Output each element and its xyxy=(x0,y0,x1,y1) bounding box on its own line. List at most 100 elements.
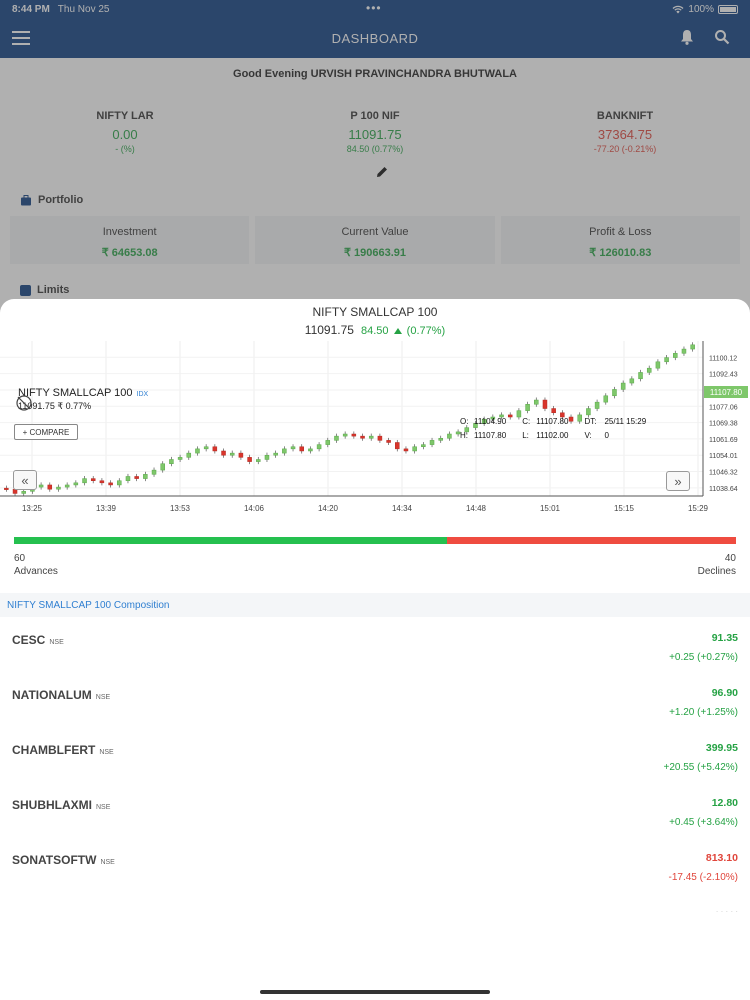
x-tick-label: 13:25 xyxy=(22,504,43,513)
candle-body xyxy=(308,448,313,452)
candle-body xyxy=(603,395,609,403)
index-detail-sheet: NIFTY SMALLCAP 100 11091.75 84.50 (0.77%… xyxy=(0,299,750,1000)
candle-body xyxy=(212,446,218,452)
x-tick-label: 14:06 xyxy=(244,504,265,513)
list-item[interactable]: CHAMBLFERT NSE 399.95 +20.55 (+5.42%) xyxy=(0,729,750,784)
scroll-right-button[interactable]: » xyxy=(666,471,690,491)
chart-index-tag: IDX xyxy=(136,391,149,398)
composition-header: NIFTY SMALLCAP 100 Composition xyxy=(0,593,750,617)
x-tick-label: 14:34 xyxy=(392,504,413,513)
candle-body xyxy=(203,446,209,450)
stock-symbol-line: NATIONALUM NSE xyxy=(12,688,110,702)
candle-body xyxy=(646,367,652,373)
candle-body xyxy=(342,433,348,437)
stock-symbol: SONATSOFTW xyxy=(12,853,97,867)
stock-ltp: 399.95 xyxy=(705,742,738,754)
candle-body xyxy=(177,457,183,460)
stock-exchange: NSE xyxy=(95,694,111,701)
compare-button[interactable]: + COMPARE xyxy=(14,424,78,440)
stock-symbol: CHAMBLFERT xyxy=(12,743,96,757)
advance-decline-bar xyxy=(14,537,736,544)
candle-body xyxy=(368,435,374,439)
ohlc-low: 11102.00 xyxy=(536,431,569,440)
chart-legend-name: NIFTY SMALLCAP 100 IDX xyxy=(18,387,148,399)
y-tick-label: 11100.12 xyxy=(709,355,737,362)
candle-body xyxy=(82,478,87,484)
candle-body xyxy=(395,442,400,450)
y-tick-label: 11046.32 xyxy=(709,470,738,477)
candle-body xyxy=(316,444,322,450)
stock-change: +20.55 (+5.42%) xyxy=(663,762,739,773)
stock-symbol-line: CHAMBLFERT NSE xyxy=(12,743,114,757)
candlestick-chart[interactable]: 13:25 13:39 13:53 14:06 14:20 14:34 14:48 15:01… xyxy=(0,339,750,519)
candle-body xyxy=(403,448,409,452)
list-item[interactable]: SONATSOFTW NSE 813.10 -17.45 (-2.10%) xyxy=(0,839,750,894)
last-price-tag: 11107.80 xyxy=(704,386,748,398)
candle-body xyxy=(108,482,113,486)
advances-label: Advances xyxy=(14,566,58,577)
ohlc-high: 11107.80 xyxy=(474,431,507,440)
candle-body xyxy=(681,348,687,354)
list-item[interactable]: CESC NSE 91.35 +0.25 (+0.27%) xyxy=(0,619,750,674)
declines-bar-segment xyxy=(447,537,736,544)
candle-body xyxy=(38,484,44,488)
candle-body xyxy=(169,459,174,464)
x-tick-label: 15:15 xyxy=(614,504,635,513)
declines-info: 40 Declines xyxy=(698,552,736,578)
candle-body xyxy=(673,353,678,358)
candle-body xyxy=(629,378,635,384)
candle-body xyxy=(160,463,165,471)
y-tick-label: 11069.38 xyxy=(709,421,738,428)
x-tick-label: 14:48 xyxy=(466,504,487,513)
stock-change: +0.45 (+3.64%) xyxy=(669,817,738,828)
stock-ltp: 91.35 xyxy=(711,632,738,644)
candle-body xyxy=(221,450,226,456)
ohlc-readout: O: 11104.90 C: 11107.80 DT: 25/11 15:29 H: 1… xyxy=(460,415,646,443)
list-item[interactable]: SHUBHLAXMI NSE 12.80 +0.45 (+3.64%) xyxy=(0,784,750,839)
faded-next-row: · · · · · xyxy=(715,907,738,916)
stock-exchange: NSE xyxy=(100,859,115,866)
chart-settings-icon[interactable] xyxy=(14,393,34,413)
candle-body xyxy=(56,486,61,490)
candle-body xyxy=(99,480,105,484)
candle-body xyxy=(264,454,270,460)
x-tick-label: 15:01 xyxy=(540,504,561,513)
composition-list: CESC NSE 91.35 +0.25 (+0.27%) NATIONALUM NSE 9… xyxy=(0,619,750,894)
candle-body xyxy=(73,482,79,486)
candle-body xyxy=(351,433,357,437)
x-tick-label: 14:20 xyxy=(318,504,339,513)
candle-body xyxy=(638,372,643,380)
candle-body xyxy=(612,389,617,397)
candle-body xyxy=(620,382,626,390)
sheet-change-pct: (0.77%) xyxy=(406,325,446,337)
candle-body xyxy=(143,474,148,479)
ohlc-close: 11107.80 xyxy=(536,417,569,426)
modal-dim-overlay[interactable] xyxy=(0,0,750,320)
list-item[interactable]: NATIONALUM NSE 96.90 +1.20 (+1.25%) xyxy=(0,674,750,729)
up-arrow-icon xyxy=(393,328,402,334)
candle-body xyxy=(551,408,556,414)
candle-body xyxy=(117,480,122,486)
candle-body xyxy=(125,476,131,481)
ohlc-open: 11104.90 xyxy=(474,417,507,426)
candle-body xyxy=(412,446,417,452)
stock-change: +1.20 (+1.25%) xyxy=(669,707,738,718)
candle-body xyxy=(151,469,157,475)
candle-body xyxy=(334,435,339,441)
stock-symbol-line: CESC NSE xyxy=(12,633,64,647)
candle-body xyxy=(134,476,139,479)
candle-body xyxy=(282,448,287,454)
candle-body xyxy=(21,491,26,494)
scroll-left-button[interactable]: « xyxy=(13,470,37,490)
stock-ltp: 813.10 xyxy=(705,852,738,864)
x-tick-label: 13:39 xyxy=(96,504,117,513)
candle-body xyxy=(195,448,200,454)
declines-label: Declines xyxy=(697,566,736,577)
stock-symbol: SHUBHLAXMI xyxy=(12,798,92,812)
stock-symbol: CESC xyxy=(12,633,46,647)
candle-body xyxy=(186,452,192,458)
x-tick-label: 15:29 xyxy=(688,504,709,513)
candle-body xyxy=(438,437,443,441)
candle-body xyxy=(690,344,695,350)
home-indicator[interactable] xyxy=(260,990,490,994)
